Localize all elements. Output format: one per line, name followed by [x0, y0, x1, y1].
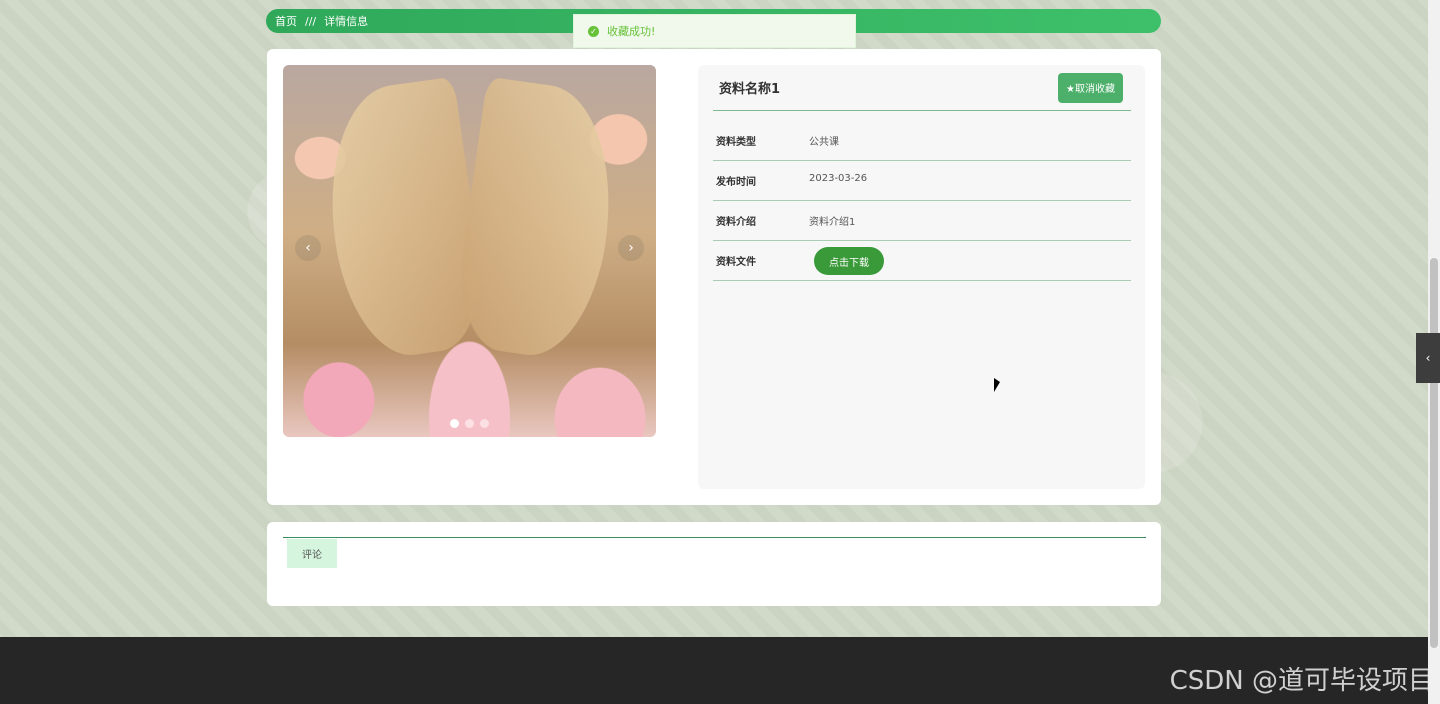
row-value: 公共课 — [809, 137, 839, 148]
carousel-prev-icon[interactable]: ‹ — [295, 235, 321, 261]
carousel-indicators — [450, 419, 489, 428]
scrollbar-thumb[interactable] — [1430, 258, 1438, 648]
book-page-right-image — [449, 76, 627, 364]
check-circle-icon: ✓ — [588, 25, 599, 37]
carousel-indicator-1[interactable] — [450, 419, 459, 428]
row-type: 资料类型 公共课 — [713, 121, 1131, 161]
carousel-indicator-2[interactable] — [465, 419, 474, 428]
row-label: 资料类型 — [716, 137, 756, 148]
info-header: 资料名称1 ★取消收藏 — [713, 65, 1131, 111]
row-publish-time: 发布时间 2023-03-26 — [713, 161, 1131, 201]
row-label: 资料介绍 — [716, 217, 756, 228]
breadcrumb-current: 详情信息 — [324, 15, 369, 28]
download-button[interactable]: 点击下载 — [814, 247, 884, 275]
item-title: 资料名称1 — [719, 82, 781, 97]
detail-card: ‹ › 资料名称1 ★取消收藏 资料类型 公共课 发布时间 2023-03-26 — [267, 49, 1161, 505]
row-label: 发布时间 — [716, 177, 756, 188]
tab-comments[interactable]: 评论 — [287, 539, 337, 568]
carousel-next-icon[interactable]: › — [618, 235, 644, 261]
tab-divider — [283, 537, 1146, 538]
breadcrumb-home[interactable]: 首页 — [275, 13, 297, 29]
success-toast: ✓ 收藏成功! — [573, 14, 856, 48]
breadcrumb-separator: /// — [305, 14, 317, 28]
row-value: 2023-03-26 — [809, 173, 868, 184]
info-panel: 资料名称1 ★取消收藏 资料类型 公共课 发布时间 2023-03-26 资料介… — [698, 65, 1145, 489]
row-value: 资料介绍1 — [809, 217, 856, 228]
carousel-indicator-3[interactable] — [480, 419, 489, 428]
row-description: 资料介绍 资料介绍1 — [713, 201, 1131, 241]
row-file: 资料文件 点击下载 — [713, 241, 1131, 281]
page: 首页 /// 详情信息 ‹ › 资料名称1 ★取消收藏 资料类型 公共课 发布时… — [0, 0, 1428, 637]
book-page-left-image — [314, 76, 492, 364]
chevron-left-icon[interactable]: ‹ — [1416, 333, 1440, 383]
watermark-text: CSDN @道可毕设项目 — [1169, 666, 1434, 696]
mouse-cursor-icon — [994, 378, 1000, 392]
row-label: 资料文件 — [716, 257, 756, 268]
comment-card: 评论 — [267, 522, 1161, 606]
toast-message: 收藏成功! — [607, 25, 656, 38]
unfavorite-button[interactable]: ★取消收藏 — [1058, 72, 1123, 103]
image-carousel[interactable]: ‹ › — [283, 65, 656, 437]
